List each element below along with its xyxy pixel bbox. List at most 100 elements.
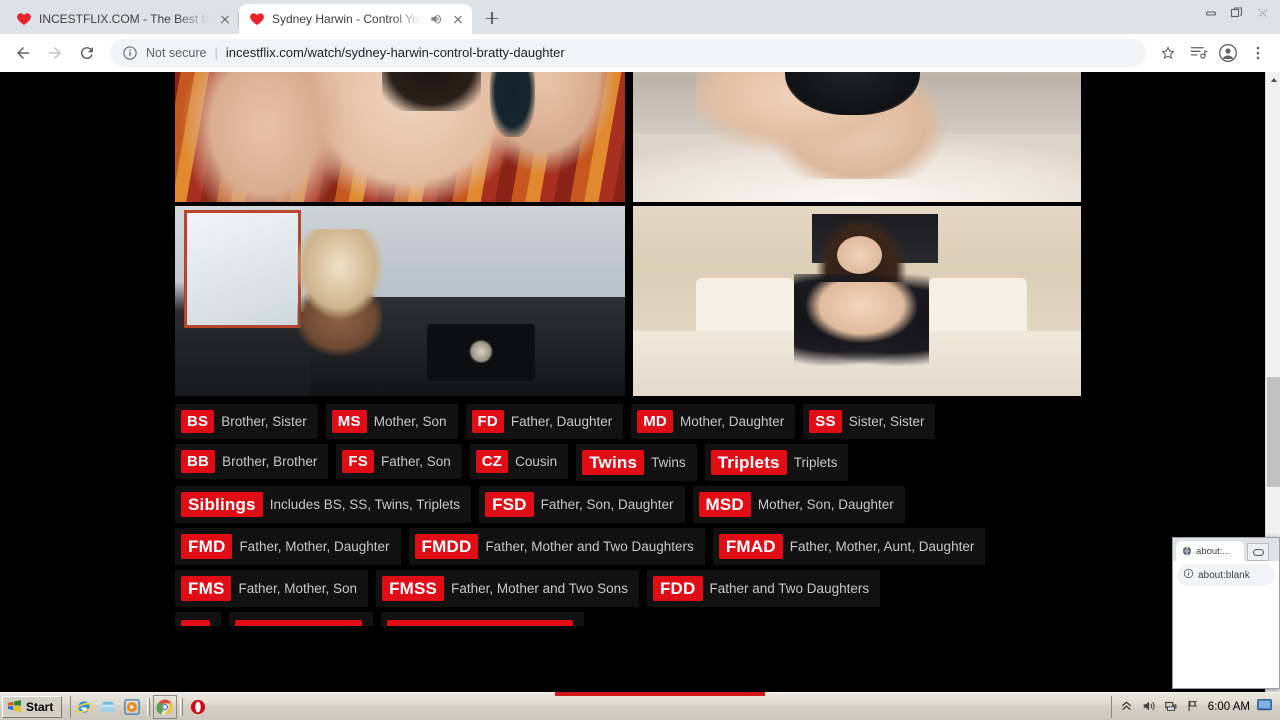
address-bar[interactable]: Not secure | incestflix.com/watch/sydney… [110,38,1146,67]
flag-icon[interactable] [1186,699,1201,714]
tag-badge[interactable]: CZ Cousin [469,444,569,479]
tag-abbr: MD [637,410,673,433]
popup-page-body [1173,589,1279,688]
video-thumbnail[interactable] [175,206,625,396]
profile-avatar-icon[interactable] [1214,39,1242,67]
browser-tab-2[interactable]: Sydney Harwin - Control Your B [239,4,472,34]
media-playlist-icon[interactable] [1184,39,1212,67]
tag-row: FMS Father, Mother, Son FMSS Father, Mot… [175,570,1085,607]
tag-desc: Mother, Son, Daughter [757,496,894,512]
tag-abbr: FMSS [382,576,445,601]
tag-badge[interactable]: FSD Father, Son, Daughter [479,486,685,523]
chrome-icon[interactable] [153,694,178,719]
tag-abbr: BB [181,450,216,473]
tag-row: Siblings Includes BS, SS, Twins, Triplet… [175,486,1085,523]
heart-icon [249,11,265,27]
tag-badge[interactable]: FD Father, Daughter [465,404,624,439]
quick-launch-separator [180,697,184,716]
tag-desc: Father and Two Daughters [709,580,870,596]
tag-desc: Father, Mother and Two Daughters [485,538,694,554]
show-hidden-icons-icon[interactable] [1120,699,1135,714]
video-thumbnail[interactable] [633,72,1081,202]
taskbar-clock[interactable]: 6:00 AM [1208,701,1250,713]
tag-badge[interactable]: Triplets Triplets [704,444,849,481]
popup-minimize-button[interactable] [1247,543,1269,561]
tag-badge[interactable]: MD Mother, Daughter [631,404,796,439]
window-controls [1198,2,1276,24]
tag-desc: Father, Mother and Two Sons [451,580,628,596]
tag-desc: Triplets [793,454,838,470]
restore-button[interactable] [1224,2,1250,24]
tag-badge[interactable]: FMDD Father, Mother and Two Daughters [408,528,705,565]
tab-close-button[interactable] [450,11,466,27]
tag-badge[interactable] [228,612,374,626]
tag-desc: Includes BS, SS, Twins, Triplets [269,496,461,512]
tag-badge[interactable]: FMSS Father, Mother and Two Sons [376,570,639,607]
tag-desc: Twins [651,454,686,470]
tag-row: BS Brother, Sister MS Mother, Son FD Fat… [175,404,1085,439]
heart-icon [16,11,32,27]
chrome-browser-window: INCESTFLIX.COM - The Best Incest F Sydne… [0,0,1280,692]
popup-url-text: about:blank [1198,569,1250,581]
tag-badge[interactable]: FMS Father, Mother, Son [175,570,369,607]
tag-desc: Mother, Son [373,413,447,429]
forward-button[interactable] [40,38,70,68]
tag-badge[interactable]: Siblings Includes BS, SS, Twins, Triplet… [175,486,472,523]
tag-abbr: FD [471,410,504,433]
browser-tab-1[interactable]: INCESTFLIX.COM - The Best Incest F [6,4,239,34]
media-player-icon[interactable] [123,698,141,716]
globe-icon [1182,546,1192,556]
tag-badge[interactable] [175,612,221,626]
show-desktop-icon[interactable] [99,698,117,716]
tag-badge[interactable]: Twins Twins [576,444,697,481]
close-button[interactable] [1250,2,1276,24]
reload-button[interactable] [72,38,102,68]
security-status-label: Not secure [146,45,207,60]
show-desktop-button[interactable] [1257,699,1272,714]
minimize-button[interactable] [1198,2,1224,24]
volume-icon[interactable] [1142,699,1157,714]
opera-icon[interactable] [189,698,207,716]
tag-badge[interactable] [381,612,585,626]
audio-playing-icon[interactable] [429,12,443,26]
network-icon[interactable] [1164,699,1179,714]
scroll-up-arrow-icon[interactable] [1266,72,1280,87]
tag-badge[interactable]: SS Sister, Sister [803,404,936,439]
scrollbar-thumb[interactable] [1267,377,1280,487]
tag-desc: Father, Mother, Aunt, Daughter [789,538,975,554]
video-thumbnail[interactable] [175,72,625,202]
windows-taskbar: Start 6:00 AM [0,692,1280,720]
three-dot-menu-icon[interactable] [1244,39,1272,67]
tag-badge[interactable]: FS Father, Son [336,444,462,479]
popup-address-bar[interactable]: about:blank [1177,564,1275,586]
page-viewport: BS Brother, Sister MS Mother, Son FD Fat… [0,72,1280,692]
info-circle-icon[interactable] [1183,568,1194,582]
tag-abbr: MS [331,410,367,433]
tab-close-button[interactable] [217,11,233,27]
tag-badge[interactable]: BS Brother, Sister [175,404,318,439]
tag-badge[interactable]: MSD Mother, Son, Daughter [692,486,905,523]
video-thumbnail[interactable] [633,206,1081,396]
about-blank-popup-window[interactable]: about:... about:blank [1172,537,1280,689]
tag-badge[interactable]: FDD Father and Two Daughters [646,570,881,607]
tag-badge[interactable]: FMD Father, Mother, Daughter [175,528,401,565]
tag-abbr: FDD [652,576,703,601]
internet-explorer-icon[interactable] [75,698,94,716]
taskbar-accent-strip [555,692,765,696]
tag-badge[interactable]: BB Brother, Brother [175,444,329,479]
popup-browser-tab[interactable]: about:... [1176,541,1244,561]
tag-desc: Brother, Brother [222,453,318,469]
tag-row: FMD Father, Mother, Daughter FMDD Father… [175,528,1085,565]
tag-abbr: FMDD [414,534,479,559]
tag-desc: Father, Son, Daughter [540,496,674,512]
tag-badge[interactable]: FMAD Father, Mother, Aunt, Daughter [712,528,986,565]
new-tab-button[interactable] [478,4,506,32]
star-icon[interactable] [1154,39,1182,67]
content-column: BS Brother, Sister MS Mother, Son FD Fat… [175,72,1085,631]
start-button[interactable]: Start [2,695,63,718]
info-circle-icon[interactable] [122,45,138,61]
system-tray: 6:00 AM [1110,695,1278,718]
back-button[interactable] [8,38,38,68]
tag-badge[interactable]: MS Mother, Son [325,404,458,439]
tag-abbr: FSD [485,492,534,517]
